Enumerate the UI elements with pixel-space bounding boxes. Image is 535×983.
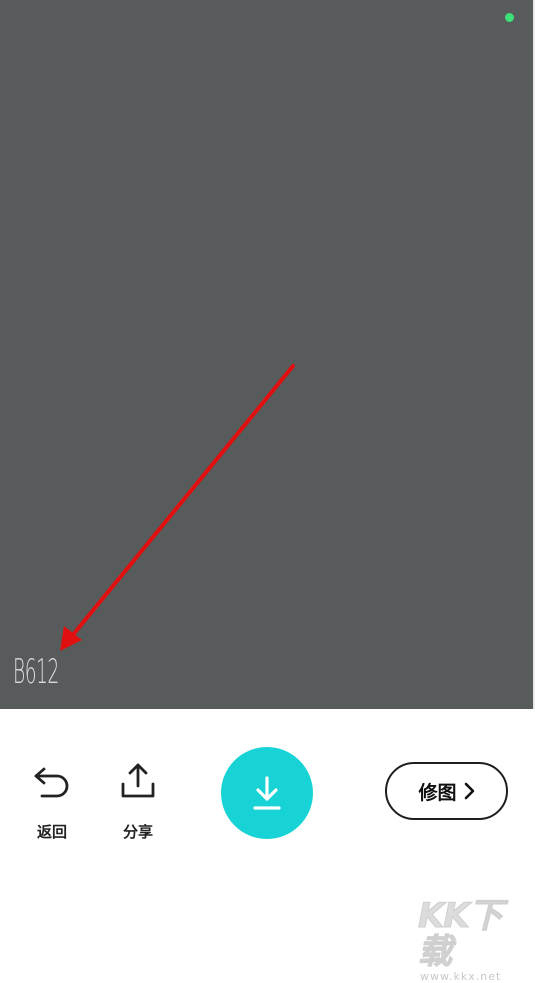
site-logo-text: KK下载 bbox=[418, 896, 504, 972]
site-url: www.kkx.net bbox=[420, 970, 502, 983]
edit-photo-button[interactable]: 修图 bbox=[385, 762, 508, 820]
share-label: 分享 bbox=[122, 823, 153, 841]
annotation-arrow bbox=[60, 364, 295, 651]
share-button[interactable]: 分享 bbox=[108, 759, 168, 842]
download-icon bbox=[253, 776, 281, 810]
back-button[interactable]: 返回 bbox=[22, 759, 82, 842]
edit-label: 修图 bbox=[418, 781, 457, 804]
photo-preview: B612 bbox=[0, 0, 535, 709]
site-watermark: KK下载 www.kkx.net bbox=[418, 898, 533, 983]
b612-watermark: B612 bbox=[13, 652, 59, 692]
undo-arrow-icon bbox=[34, 767, 69, 798]
share-upload-icon bbox=[121, 763, 155, 798]
back-label: 返回 bbox=[36, 823, 67, 841]
save-download-button[interactable] bbox=[221, 747, 313, 839]
chevron-right-icon bbox=[464, 782, 474, 800]
bottom-toolbar: 返回 分享 修图 KK下载 www.kkx.net bbox=[0, 709, 535, 983]
